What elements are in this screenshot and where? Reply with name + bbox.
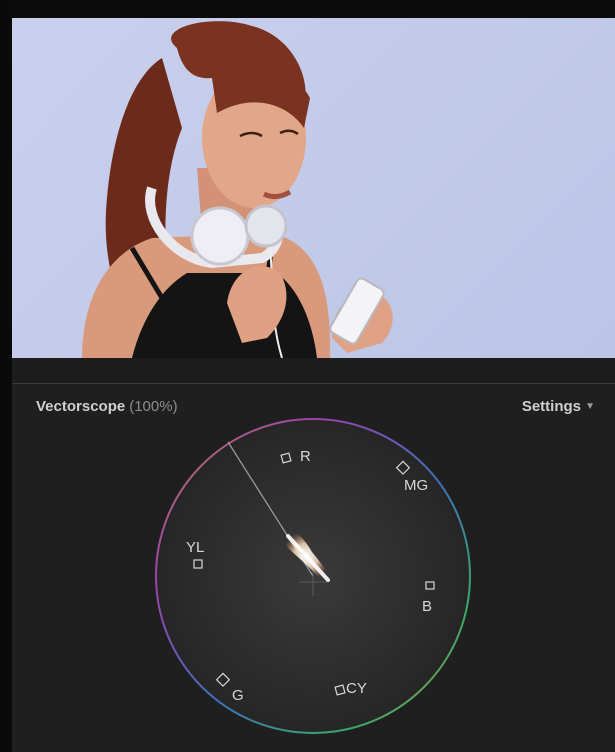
target-g-label: G bbox=[232, 687, 244, 704]
vectorscope-graph: R MG YL B G CY bbox=[155, 418, 471, 734]
target-cy-label: CY bbox=[346, 680, 367, 697]
viewer-divider bbox=[12, 358, 615, 384]
target-b-label: B bbox=[422, 598, 432, 615]
target-r-label: R bbox=[300, 448, 311, 465]
vectorscope-panel: Vectorscope (100%) Settings ▼ R MG YL B … bbox=[12, 384, 615, 752]
viewer-frame-image bbox=[82, 21, 393, 358]
video-viewer bbox=[12, 18, 615, 358]
target-yl-label: YL bbox=[186, 539, 204, 556]
target-mg-label: MG bbox=[404, 477, 428, 494]
